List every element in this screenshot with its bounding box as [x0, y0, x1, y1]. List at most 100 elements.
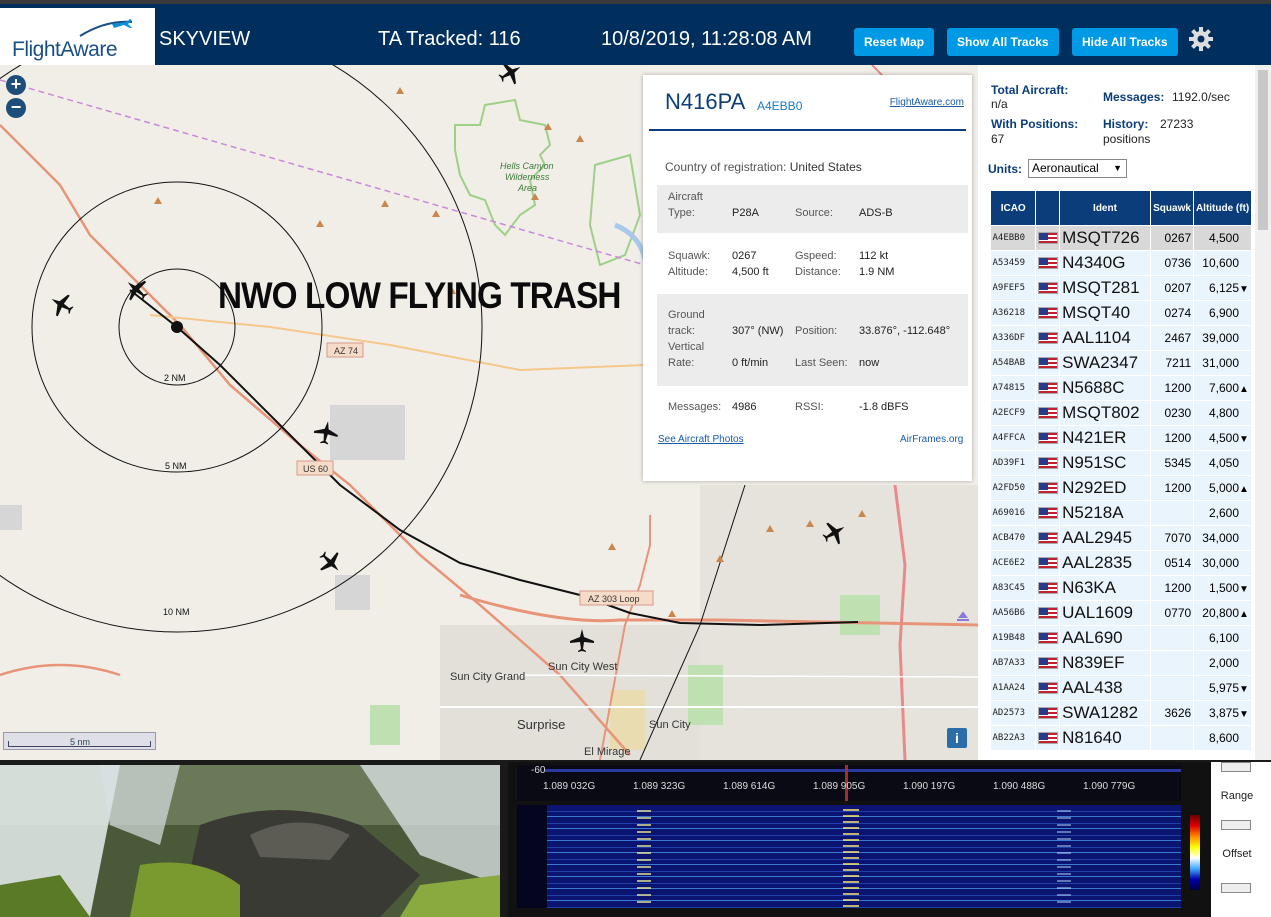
table-row[interactable]: AB7A33 N839EF 2,000	[990, 650, 1252, 676]
col-altitude[interactable]: Altitude (ft)	[1193, 190, 1252, 226]
col-flag[interactable]	[1035, 190, 1061, 226]
show-all-tracks-button[interactable]: Show All Tracks	[947, 28, 1059, 56]
place-label: Hells Canyon	[500, 161, 554, 171]
row-altitude: 39,000	[1193, 325, 1252, 351]
altitude-value: 30,000	[1202, 556, 1239, 570]
gear-icon[interactable]	[1188, 26, 1214, 52]
table-row[interactable]: A53459 N4340G 0736 10,600	[990, 250, 1252, 276]
popup-divider	[649, 129, 966, 131]
sidebar-scrollbar[interactable]	[1255, 65, 1271, 760]
hide-all-tracks-button[interactable]: Hide All Tracks	[1072, 28, 1178, 56]
offset-label: Offset	[1222, 848, 1252, 860]
road-label: AZ 303 Loop	[588, 594, 640, 604]
row-icao: ACE6E2	[990, 550, 1037, 576]
table-row[interactable]: A74815 N5688C 1200 7,600▲	[990, 375, 1252, 401]
row-icao: AD2573	[990, 700, 1037, 726]
range-slider-top[interactable]	[1221, 762, 1251, 772]
history-unit: positions	[1103, 132, 1151, 146]
table-row[interactable]: AA56B6 UAL1609 0770 20,800▲	[990, 600, 1252, 626]
us-flag-icon	[1038, 231, 1059, 244]
row-icao: A69016	[990, 500, 1037, 526]
row-squawk: 0207	[1150, 275, 1195, 301]
col-icao[interactable]: ICAO	[989, 190, 1037, 226]
table-row[interactable]: A83C45 N63KA 1200 1,500▼	[990, 575, 1252, 601]
row-icao: A2FD50	[990, 475, 1037, 501]
units-select[interactable]: Aeronautical ▼	[1028, 159, 1127, 178]
park-area	[370, 705, 400, 745]
row-icao: A4FFCA	[990, 425, 1037, 451]
row-altitude: 6,100	[1193, 625, 1252, 651]
last-seen-value: now	[859, 357, 880, 369]
row-flag	[1035, 350, 1061, 376]
table-row[interactable]: ACB470 AAL2945 7070 34,000	[990, 525, 1252, 551]
table-row[interactable]: A4FFCA N421ER 1200 4,500▼	[990, 425, 1252, 451]
sand-area	[610, 690, 645, 750]
offset-slider[interactable]	[1221, 883, 1251, 893]
altitude-value: 4,500 ft	[732, 266, 769, 278]
row-altitude: 10,600	[1193, 250, 1252, 276]
row-squawk: 1200	[1150, 425, 1195, 451]
scrollbar-thumb[interactable]	[1258, 70, 1268, 230]
table-row[interactable]: A1AA24 AAL438 5,975▼	[990, 675, 1252, 701]
col-squawk[interactable]: Squawk	[1149, 190, 1195, 226]
table-header-row: ICAO Ident Squawk Altitude (ft)	[989, 190, 1252, 226]
table-row[interactable]: A19B48 AAL690 6,100	[990, 625, 1252, 651]
table-row[interactable]: A336DF AAL1104 2467 39,000	[990, 325, 1252, 351]
row-flag	[1035, 600, 1061, 626]
table-row[interactable]: A9FEF5 MSQT281 0207 6,125▼	[990, 275, 1252, 301]
messages-rate-value: 1192.0/sec	[1172, 90, 1230, 104]
row-squawk: 3626	[1150, 700, 1195, 726]
freq-label: 1.090 779G	[1083, 781, 1136, 792]
airframes-link[interactable]: AirFrames.org	[900, 434, 963, 445]
table-row[interactable]: A4EBB0 MSQT726 0267 4,500	[990, 225, 1252, 251]
row-flag	[1035, 675, 1061, 701]
row-icao: AD39F1	[990, 450, 1037, 476]
altitude-value: 4,500	[1208, 431, 1239, 445]
table-row[interactable]: A2FD50 N292ED 1200 5,000▲	[990, 475, 1252, 501]
row-squawk: 1200	[1150, 375, 1195, 401]
trend-arrow-icon: ▼	[1239, 434, 1249, 445]
zoom-out-button[interactable]: −	[6, 98, 26, 118]
row-ident: N292ED	[1059, 475, 1151, 501]
total-aircraft-value: n/a	[991, 97, 1008, 111]
place-label: Wilderness	[505, 172, 550, 182]
table-row[interactable]: AD39F1 N951SC 5345 4,050	[990, 450, 1252, 476]
popup-hex: A4EBB0	[757, 99, 803, 113]
map-info-button[interactable]: i	[947, 728, 967, 748]
altitude-value: 1,500	[1208, 581, 1239, 595]
park-boundary	[588, 153, 642, 267]
table-row[interactable]: AB22A3 N81640 8,600	[990, 725, 1252, 751]
map-area	[330, 405, 405, 460]
signal-band	[637, 805, 651, 908]
flightaware-logo[interactable]: FlightAware	[0, 8, 155, 69]
with-positions-label: With Positions:	[991, 117, 1079, 131]
aircraft-photos-link[interactable]: See Aircraft Photos	[658, 434, 744, 445]
range-slider[interactable]	[1221, 820, 1251, 830]
table-row[interactable]: A2ECF9 MSQT802 0230 4,800	[990, 400, 1252, 426]
table-row[interactable]: A36218 MSQT40 0274 6,900	[990, 300, 1252, 326]
table-row[interactable]: ACE6E2 AAL2835 0514 30,000	[990, 550, 1252, 576]
row-icao: A336DF	[990, 325, 1037, 351]
col-ident[interactable]: Ident	[1059, 190, 1151, 226]
flightaware-link[interactable]: FlightAware.com	[890, 97, 964, 108]
table-row[interactable]: A54BAB SWA2347 7211 31,000	[990, 350, 1252, 376]
row-squawk	[1150, 650, 1195, 676]
zoom-in-button[interactable]: +	[6, 75, 26, 95]
ground-track-label: Ground	[668, 309, 705, 321]
row-squawk	[1150, 625, 1195, 651]
table-row[interactable]: A69016 N5218A 2,600	[990, 500, 1252, 526]
row-squawk: 1200	[1150, 575, 1195, 601]
table-row[interactable]: AD2573 SWA1282 3626 3,875▼	[990, 700, 1252, 726]
freq-label: 1.090 488G	[993, 781, 1046, 792]
row-icao: A83C45	[990, 575, 1037, 601]
trend-arrow-icon: ▼	[1239, 684, 1249, 695]
row-icao: A74815	[990, 375, 1037, 401]
ring-label-2nm: 2 NM	[164, 373, 186, 383]
reset-map-button[interactable]: Reset Map	[854, 28, 935, 56]
freq-label: 1.089 323G	[633, 781, 686, 792]
row-altitude: 2,000	[1193, 650, 1252, 676]
spectrum-waterfall[interactable]	[517, 805, 1181, 908]
road-label: US 60	[303, 464, 328, 474]
us-flag-icon	[1038, 656, 1059, 669]
ground-track-label-2: track:	[668, 325, 695, 337]
